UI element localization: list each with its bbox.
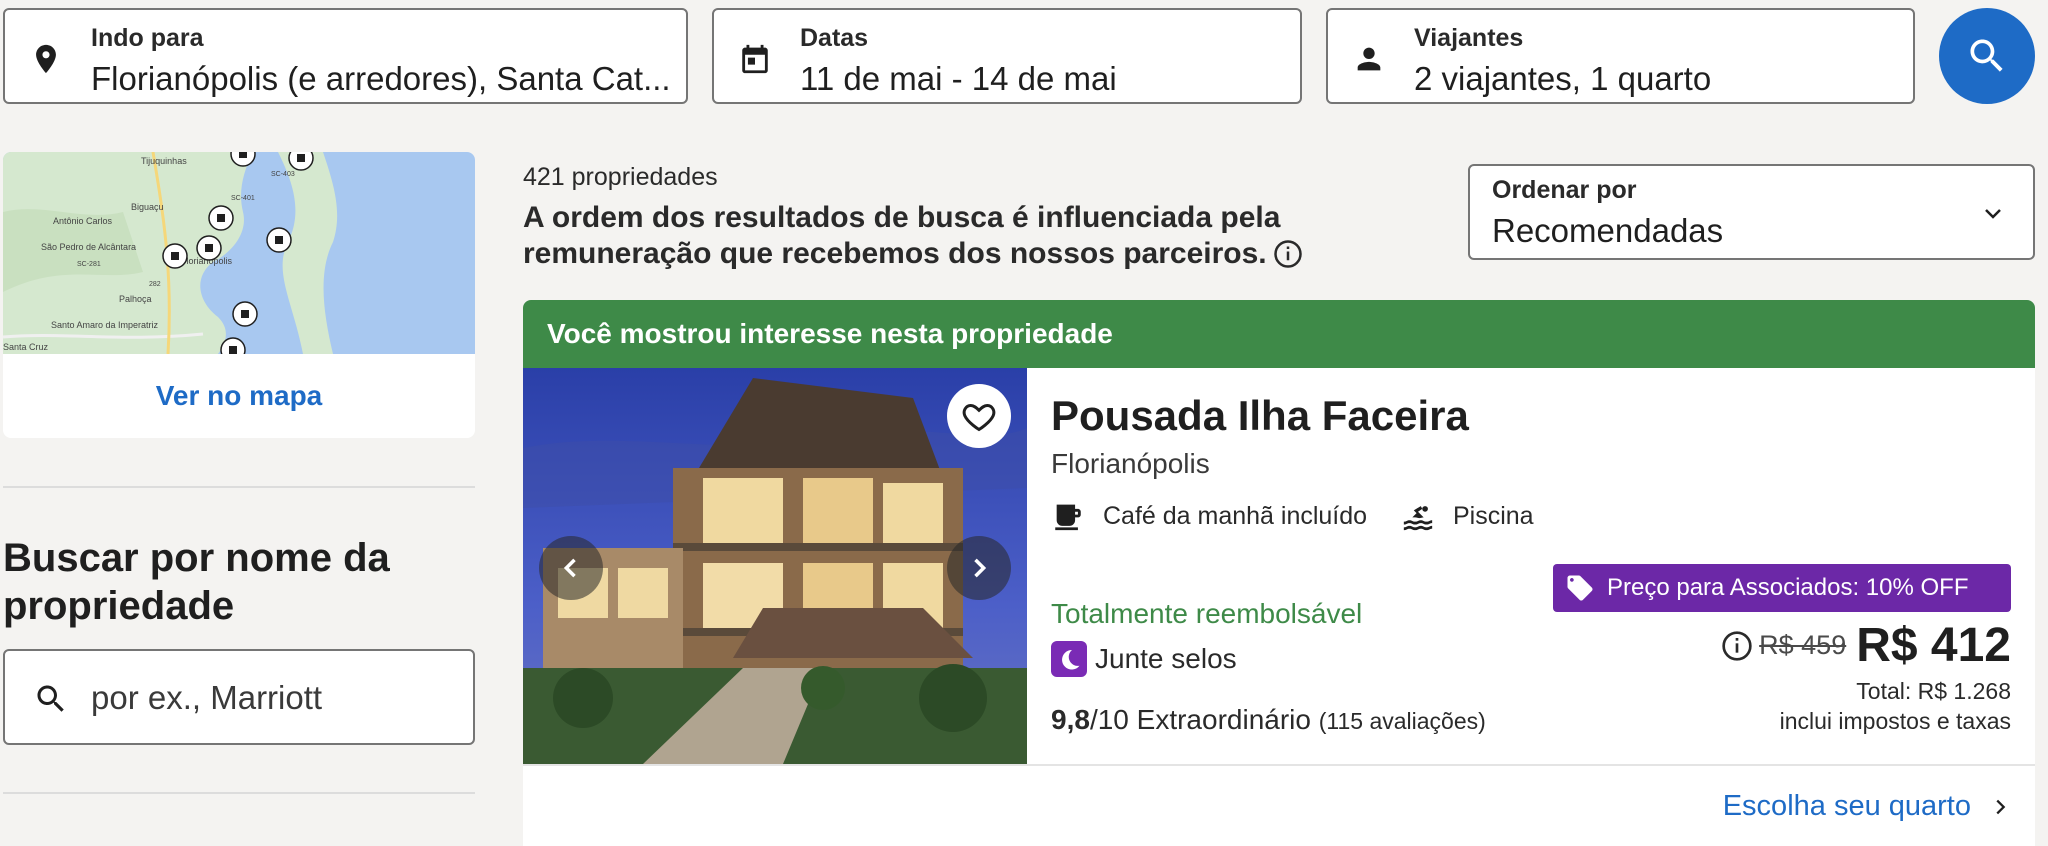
dates-value: 11 de mai - 14 de mai [800,60,1117,97]
map-road-label: SC-401 [231,195,255,202]
chevron-right-icon [1996,799,2006,814]
tag-icon [1567,575,1593,601]
view-on-map-link[interactable]: Ver no mapa [3,354,475,438]
dates-field[interactable]: Datas 11 de mai - 14 de mai [712,8,1302,104]
price-row: R$ 459 R$ 412 [1721,618,2011,673]
destination-label: Indo para [91,24,204,52]
previous-photo-button[interactable] [539,536,603,600]
location-pin-icon [36,44,56,74]
rating-reviews: (115 avaliações) [1318,708,1486,734]
amenity-label: Piscina [1453,501,1534,530]
search-icon [37,685,64,712]
property-name[interactable]: Pousada Ilha Faceira [1051,392,1469,440]
map-place-label: Santa Cruz [3,342,49,352]
property-card[interactable]: Você mostrou interesse nesta propriedade [523,300,2035,846]
rating-score: 9,8 [1051,704,1090,735]
member-price-text: Preço para Associados: 10% OFF [1607,574,1969,601]
current-price: R$ 412 [1856,619,2011,672]
chevron-left-icon [563,558,576,578]
calendar-icon [742,44,768,74]
refundable-label: Totalmente reembolsável [1051,598,1363,629]
search-button[interactable] [1939,8,2035,104]
amenity-breakfast: Café da manhã incluído [1051,496,1367,536]
map-place-label: Tijuquinhas [141,156,187,166]
map-card[interactable]: Tijuquinhas Biguaçu Antônio Carlos São P… [3,152,475,438]
destination-value: Florianópolis (e arredores), Santa Cat..… [91,60,671,97]
travelers-label: Viajantes [1414,24,1524,52]
favorite-button[interactable] [947,384,1011,448]
old-price: R$ 459 [1759,630,1847,660]
map-place-label: Palhoça [119,294,152,304]
choose-room-link[interactable]: Escolha seu quarto [1723,790,2011,823]
travelers-value: 2 viajantes, 1 quarto [1414,60,1712,97]
info-icon[interactable] [1721,630,1753,662]
rating: 9,8/10 Extraordinário (115 avaliações) [1051,704,1486,736]
stamps-label: Junte selos [1051,640,1237,678]
ranking-disclaimer: A ordem dos resultados de busca é influe… [523,200,1443,272]
total-price: Total: R$ 1.268 [1856,678,2011,704]
map-place-label: São Pedro de Alcântara [41,242,136,252]
ranking-disclaimer-text: A ordem dos resultados de busca é influe… [523,201,1281,270]
rating-label: Extraordinário [1136,704,1311,735]
chevron-down-icon [1985,209,2001,219]
sidebar-divider [3,486,475,488]
map-place-label: Antônio Carlos [53,216,113,226]
stamps-text: Junte selos [1095,643,1237,674]
property-name-search-input[interactable] [91,673,451,723]
map-preview[interactable]: Tijuquinhas Biguaçu Antônio Carlos São P… [3,152,475,354]
map-road-label: SC-281 [77,261,101,268]
coffee-icon [1055,504,1081,531]
amenity-label: Café da manhã incluído [1103,501,1368,530]
person-icon [1357,47,1381,71]
property-city: Florianópolis [1051,448,1210,479]
rating-scale: /10 [1089,704,1129,735]
next-photo-button[interactable] [947,536,1011,600]
destination-field[interactable]: Indo para Florianópolis (e arredores), S… [3,8,688,104]
map-place-label: Biguaçu [131,202,164,212]
search-icon [1970,39,2003,72]
property-name-search-title: Buscar por nome da propriedade [3,536,390,628]
member-price-badge: Preço para Associados: 10% OFF [1553,564,2011,612]
amenity-pool: Piscina [1401,496,1534,536]
sort-dropdown[interactable]: Ordenar por Recomendadas [1468,164,2035,260]
map-place-label: Santo Amaro da Imperatriz [51,320,159,330]
sort-value: Recomendadas [1492,212,1724,249]
card-divider [523,764,2035,766]
choose-room-label: Escolha seu quarto [1722,790,1971,822]
info-icon[interactable] [1273,239,1303,269]
travelers-field[interactable]: Viajantes 2 viajantes, 1 quarto [1326,8,1915,104]
property-name-search-field[interactable] [3,649,475,745]
chevron-right-icon [974,558,987,578]
interest-banner: Você mostrou interesse nesta propriedade [523,300,2035,368]
sort-label: Ordenar por [1492,176,1637,204]
moon-icon [1051,641,1087,677]
heart-icon [962,403,996,432]
sidebar-divider [3,792,475,794]
pool-icon [1403,506,1433,531]
dates-label: Datas [800,24,869,52]
map-road-label: SC-403 [271,171,295,178]
map-road-label: 282 [149,281,161,288]
results-count: 421 propriedades [523,163,718,191]
taxes-note: inclui impostos e taxas [1779,708,2011,734]
